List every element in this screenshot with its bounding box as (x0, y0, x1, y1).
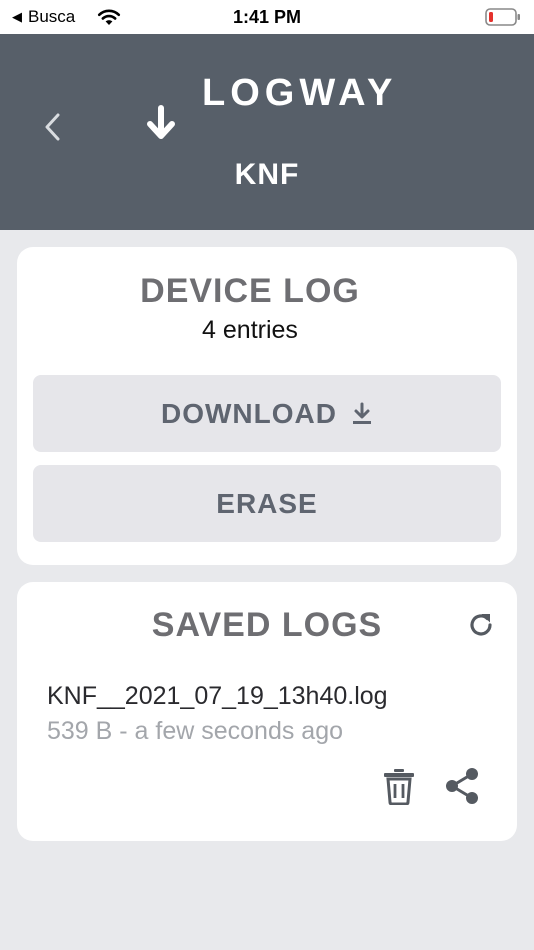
share-icon[interactable] (444, 767, 480, 805)
trash-icon[interactable] (382, 767, 416, 805)
download-icon (352, 402, 371, 424)
saved-logs-title: SAVED LOGS (151, 606, 383, 644)
download-label: DOWNLOAD (161, 397, 337, 429)
battery-low-icon (485, 8, 520, 26)
device-name-title: KNF (234, 158, 300, 191)
entries-count: 4 entries (202, 316, 298, 344)
refresh-icon[interactable] (466, 610, 496, 640)
saved-log-filename[interactable]: KNF__2021_07_19_13h40.log (47, 682, 388, 711)
erase-button[interactable]: ERASE (33, 465, 501, 542)
back-chevron-icon[interactable] (40, 110, 66, 144)
device-log-title: DEVICE LOG (140, 272, 360, 310)
download-button[interactable]: DOWNLOAD (33, 375, 501, 452)
status-bar: ◀ Busca 1:41 PM (0, 0, 534, 34)
status-time: 1:41 PM (232, 7, 302, 27)
app-header: LOGWAY KNF (0, 34, 534, 230)
logo-wordmark: LOGWAY (202, 72, 398, 114)
erase-label: ERASE (216, 487, 318, 519)
saved-log-meta: 539 B - a few seconds ago (47, 717, 344, 745)
logway-logo-icon (137, 102, 186, 154)
